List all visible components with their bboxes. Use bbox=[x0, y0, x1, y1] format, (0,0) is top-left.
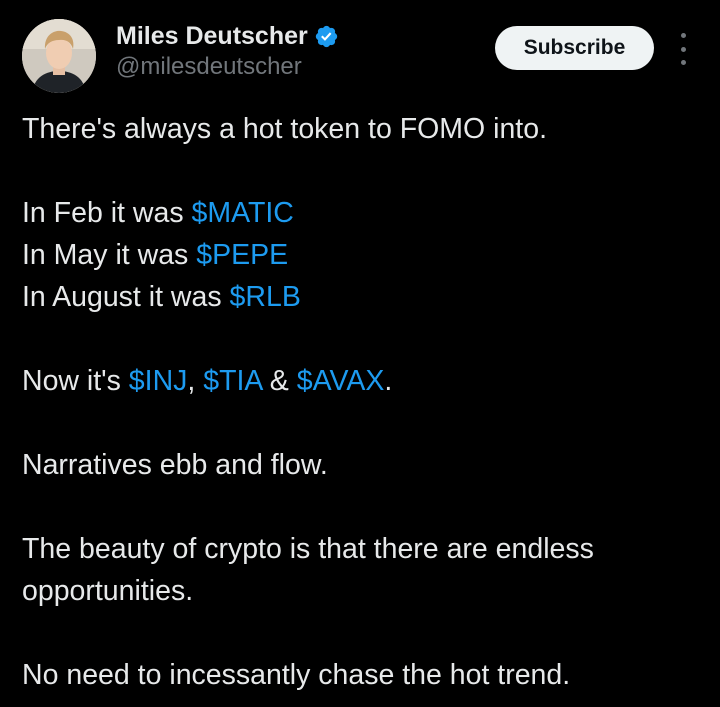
tweet-line: Narratives ebb and flow. bbox=[22, 449, 328, 481]
dot bbox=[680, 60, 686, 65]
tweet-text-segment: Now it's bbox=[22, 365, 129, 397]
cashtag-link[interactable]: $MATIC bbox=[191, 197, 293, 229]
tweet-line: The beauty of crypto is that there are e… bbox=[22, 533, 594, 607]
cashtag-link[interactable]: $AVAX bbox=[297, 365, 385, 397]
verified-badge-icon[interactable] bbox=[314, 24, 339, 49]
tweet-text-segment: . bbox=[384, 365, 393, 397]
tweet-text-segment: In Feb it was bbox=[22, 197, 192, 229]
subscribe-button[interactable]: Subscribe bbox=[495, 26, 654, 70]
tweet-text-segment: , bbox=[187, 365, 204, 397]
author-display-name[interactable]: Miles Deutscher bbox=[116, 22, 308, 51]
tweet-line: In Feb it was $MATIC bbox=[22, 192, 702, 234]
cashtag-link[interactable]: $PEPE bbox=[196, 239, 288, 271]
tweet-text-segment: In May it was bbox=[22, 239, 197, 271]
avatar[interactable] bbox=[22, 19, 96, 93]
tweet-text: There's always a hot token to FOMO into.… bbox=[22, 108, 702, 696]
cashtag-link[interactable]: $RLB bbox=[230, 281, 301, 313]
tweet-line: No need to incessantly chase the hot tre… bbox=[22, 659, 571, 691]
tweet-text-segment: & bbox=[261, 365, 297, 397]
cashtag-link[interactable]: $INJ bbox=[129, 365, 188, 397]
dot bbox=[680, 33, 686, 38]
tweet-text-segment: In August it was bbox=[22, 281, 230, 313]
author-handle[interactable]: @milesdeutscher bbox=[116, 53, 302, 81]
more-options-icon[interactable] bbox=[672, 33, 694, 65]
dot bbox=[680, 46, 686, 52]
tweet-line: In August it was $RLB bbox=[22, 276, 702, 318]
tweet-line: In May it was $PEPE bbox=[22, 234, 702, 276]
author-name-row: Miles Deutscher bbox=[116, 19, 339, 53]
cashtag-link[interactable]: $TIA bbox=[203, 365, 262, 397]
tweet-line: There's always a hot token to FOMO into. bbox=[22, 113, 547, 145]
tweet-line: Now it's $INJ, $TIA & $AVAX. bbox=[22, 360, 702, 402]
profile-photo bbox=[22, 19, 96, 93]
